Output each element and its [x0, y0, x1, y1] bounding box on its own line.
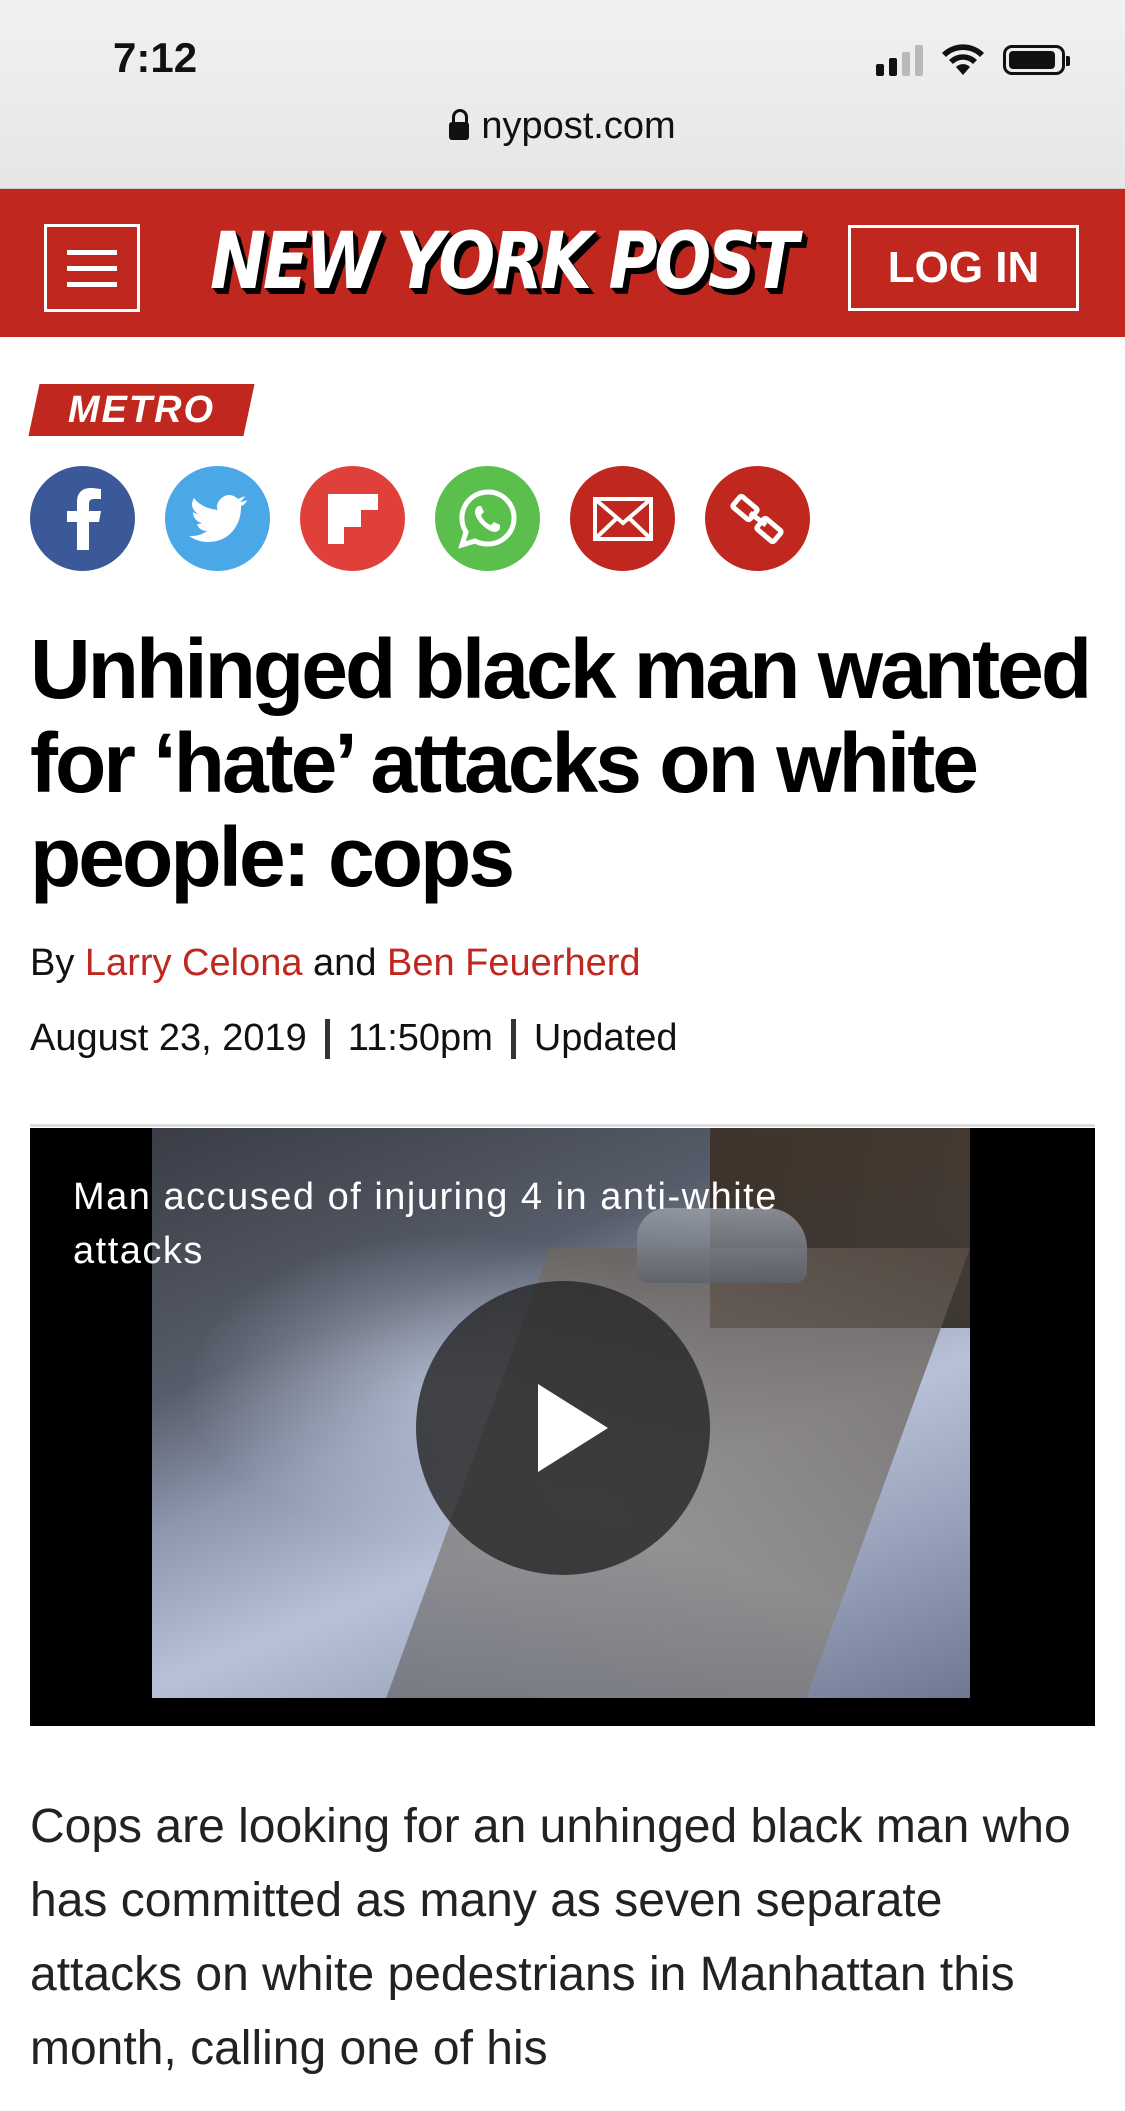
twitter-share-button[interactable] [165, 466, 270, 571]
wifi-icon [942, 44, 984, 75]
twitter-icon [188, 494, 247, 542]
play-button[interactable] [416, 1281, 710, 1575]
article-body: Cops are looking for an unhinged black m… [30, 1800, 1071, 2075]
hamburger-menu-button[interactable] [44, 224, 140, 312]
menu-line [67, 281, 117, 287]
url-bar[interactable]: nypost.com [0, 105, 1125, 148]
author-link[interactable]: Larry Celona [85, 942, 303, 984]
section-tag-label: METRO [67, 388, 216, 431]
author-link[interactable]: Ben Feuerherd [387, 942, 641, 984]
updated-label: Updated [533, 1017, 678, 1059]
whatsapp-icon [457, 488, 516, 549]
separator [324, 1018, 330, 1059]
divider [30, 1124, 1095, 1127]
lock-icon [449, 109, 470, 140]
video-player[interactable]: Man accused of injuring 4 in anti-white … [30, 1128, 1095, 1726]
byline-conjunction: and [313, 942, 377, 984]
flipboard-share-button[interactable] [300, 466, 405, 571]
email-share-button[interactable] [570, 466, 675, 571]
publish-date: August 23, 2019 [30, 1017, 307, 1059]
site-header: NEW YORK POST LOG IN [0, 189, 1125, 337]
dateline: August 23, 2019 11:50pm Updated [30, 1017, 678, 1060]
menu-line [67, 249, 117, 255]
link-icon [729, 493, 784, 544]
login-button[interactable]: LOG IN [848, 225, 1079, 311]
email-icon [592, 496, 653, 541]
browser-chrome: 7:12 nypost.com [0, 0, 1125, 189]
copy-link-button[interactable] [705, 466, 810, 571]
url-domain: nypost.com [481, 105, 676, 147]
publish-time: 11:50pm [347, 1017, 493, 1059]
byline-prefix: By [30, 942, 75, 984]
cellular-signal-icon [876, 44, 923, 76]
battery-icon [1003, 45, 1070, 75]
section-tag[interactable]: METRO [28, 384, 255, 436]
site-logo[interactable]: NEW YORK POST [210, 217, 798, 307]
facebook-icon [66, 487, 101, 550]
facebook-share-button[interactable] [30, 466, 135, 571]
flipboard-icon [327, 493, 378, 544]
article-headline: Unhinged black man wanted for ‘hate’ att… [30, 622, 1092, 904]
status-time: 7:12 [113, 34, 198, 81]
separator [510, 1018, 516, 1059]
byline: By Larry Celona and Ben Feuerherd [30, 942, 641, 985]
whatsapp-share-button[interactable] [435, 466, 540, 571]
share-row [30, 466, 810, 571]
menu-line [67, 265, 117, 271]
video-caption: Man accused of injuring 4 in anti-white … [73, 1176, 778, 1272]
status-icons [876, 40, 1070, 80]
